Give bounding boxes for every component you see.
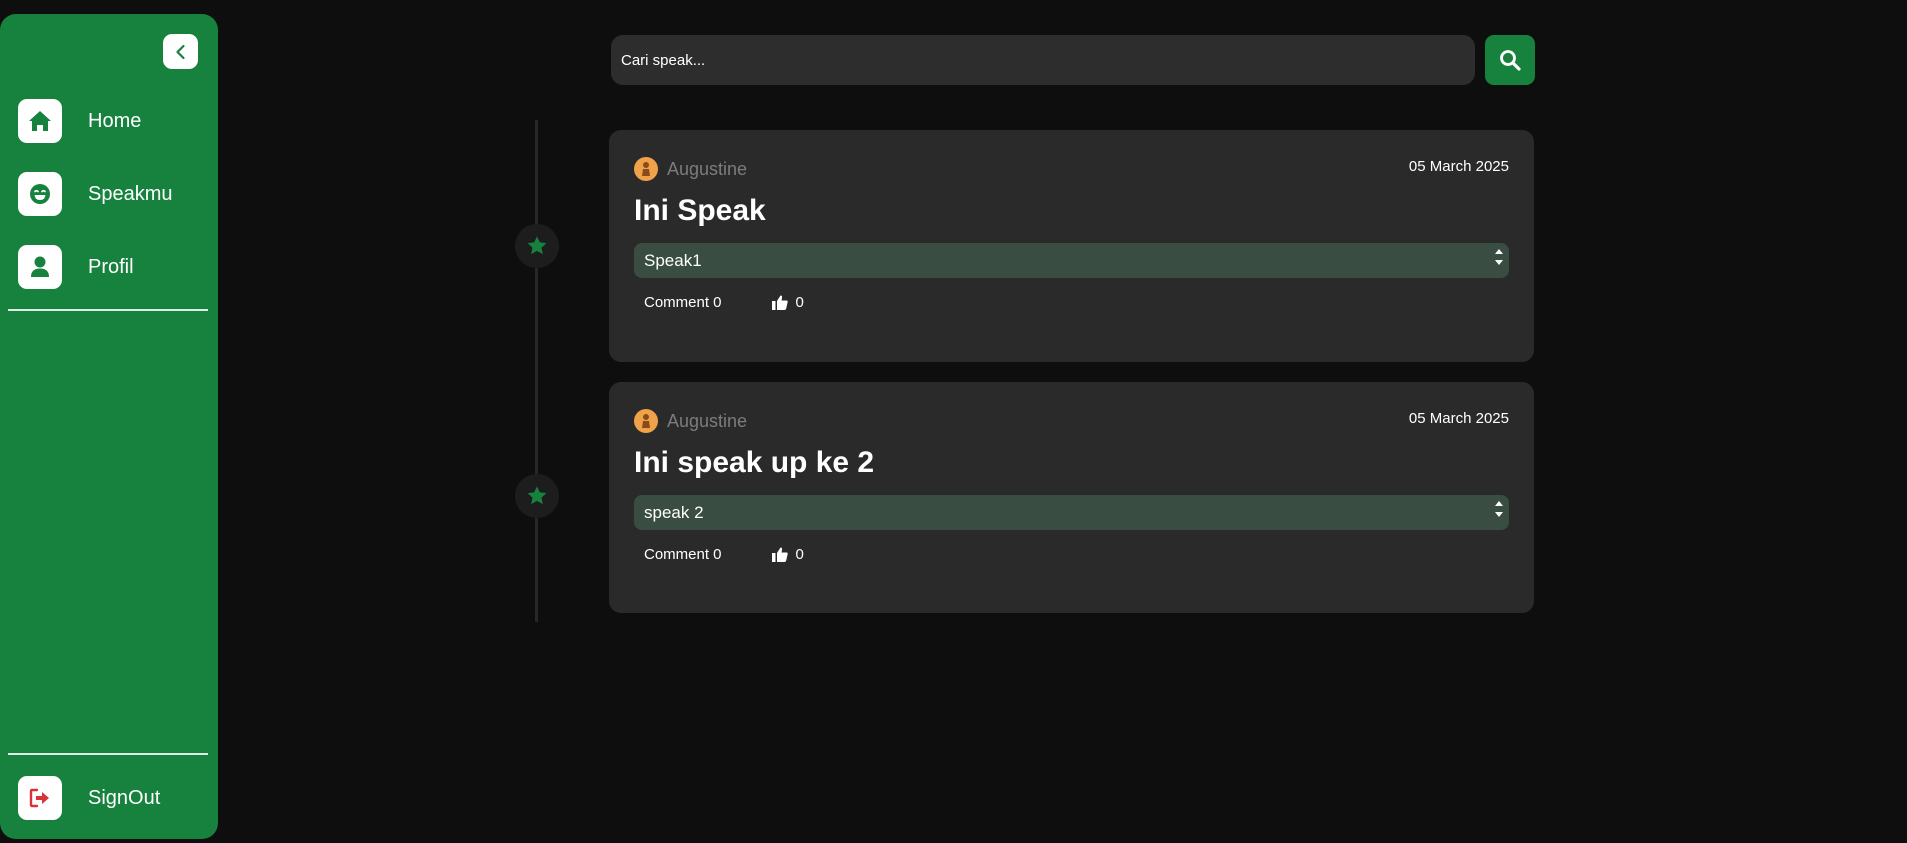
signout-icon-wrap (18, 776, 62, 820)
sidebar-divider-top (8, 309, 208, 311)
post-author[interactable]: Augustine (634, 157, 747, 181)
sidebar-divider-bottom (8, 753, 208, 755)
avatar-figure-icon (642, 414, 650, 428)
like-button[interactable]: 0 (771, 546, 804, 563)
smile-icon-wrap (18, 172, 62, 216)
speak-content-field[interactable]: speak 2 (634, 495, 1509, 530)
search-input[interactable] (611, 35, 1475, 85)
chevron-left-icon (175, 44, 185, 59)
speak-content-text: Speak1 (644, 250, 702, 270)
avatar (634, 157, 658, 181)
sidebar-item-profil[interactable]: Profil (18, 245, 134, 289)
home-icon (29, 111, 51, 131)
comment-button[interactable]: Comment 0 (644, 294, 722, 311)
sidebar-item-home[interactable]: Home (18, 99, 141, 143)
signout-icon (29, 788, 49, 808)
avatar (634, 409, 658, 433)
home-icon-wrap (18, 99, 62, 143)
speak-content-text: speak 2 (644, 502, 704, 522)
author-name: Augustine (667, 410, 748, 431)
post-date: 05 March 2025 (1408, 410, 1509, 427)
post-actions: Comment 0 0 (644, 546, 804, 563)
like-count: 0 (795, 546, 804, 563)
post-card: Augustine 05 March 2025 Ini Speak Speak1… (609, 130, 1534, 362)
star-icon (527, 236, 547, 255)
user-icon (31, 256, 49, 277)
thumbs-up-icon (771, 547, 788, 562)
author-name: Augustine (667, 158, 748, 179)
sidebar-item-label: Home (88, 109, 142, 132)
signout-label: SignOut (88, 786, 161, 809)
timeline-marker (515, 224, 559, 268)
post-title: Ini speak up ke 2 (634, 446, 875, 479)
post-title: Ini Speak (634, 194, 766, 227)
spinner-arrows[interactable] (1495, 501, 1503, 517)
comment-button[interactable]: Comment 0 (644, 546, 722, 563)
sidebar-item-label: Speakmu (88, 182, 173, 205)
star-icon (527, 486, 547, 505)
avatar-figure-icon (642, 162, 650, 176)
post-card: Augustine 05 March 2025 Ini speak up ke … (609, 382, 1534, 613)
search-button[interactable] (1485, 35, 1535, 85)
timeline-marker (515, 474, 559, 518)
smile-icon (30, 184, 50, 204)
collapse-sidebar-button[interactable] (163, 34, 198, 69)
post-date: 05 March 2025 (1408, 158, 1509, 175)
sidebar: Home Speakmu Profil SignOut (0, 14, 218, 839)
timeline-line (535, 120, 538, 622)
user-icon-wrap (18, 245, 62, 289)
post-actions: Comment 0 0 (644, 294, 804, 311)
like-button[interactable]: 0 (771, 294, 804, 311)
signout-button[interactable]: SignOut (18, 776, 160, 820)
post-author[interactable]: Augustine (634, 409, 747, 433)
like-count: 0 (795, 294, 804, 311)
sidebar-item-speakmu[interactable]: Speakmu (18, 172, 173, 216)
caret-down-icon (1495, 260, 1503, 265)
thumbs-up-icon (771, 295, 788, 310)
caret-up-icon (1495, 249, 1503, 254)
speak-content-field[interactable]: Speak1 (634, 243, 1509, 278)
sidebar-item-label: Profil (88, 255, 134, 278)
caret-down-icon (1495, 512, 1503, 517)
search-icon (1500, 50, 1521, 71)
spinner-arrows[interactable] (1495, 249, 1503, 265)
caret-up-icon (1495, 501, 1503, 506)
